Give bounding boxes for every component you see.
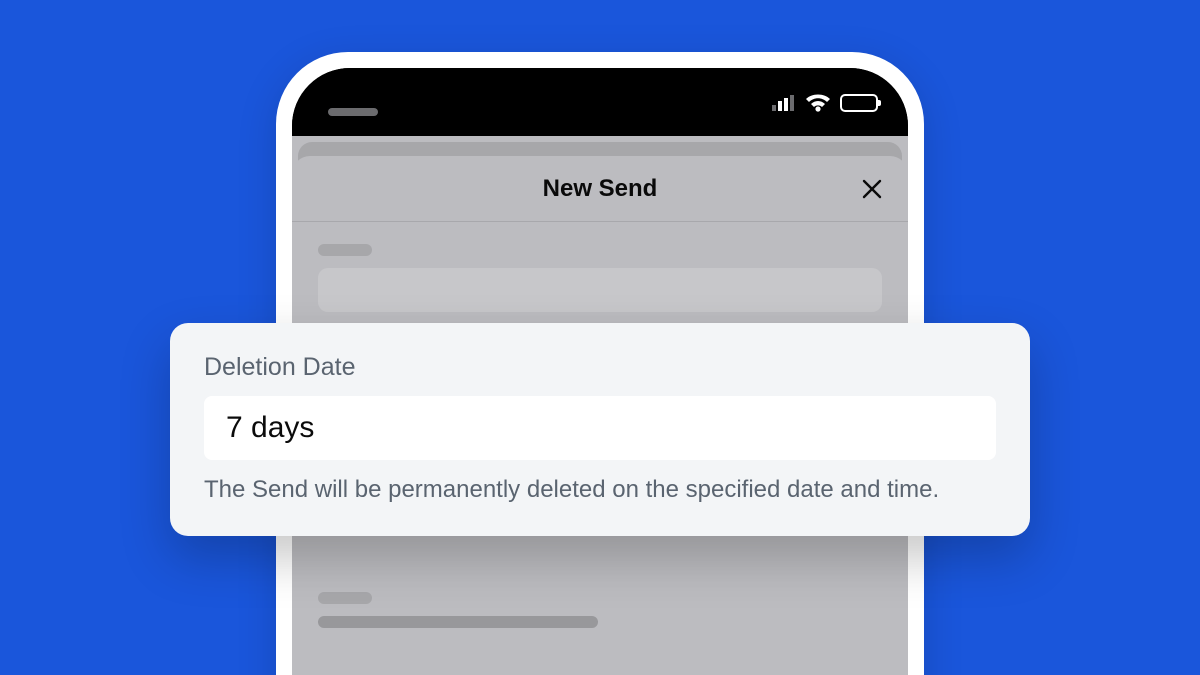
skeleton-field <box>318 268 882 312</box>
close-button[interactable] <box>856 173 888 205</box>
status-right <box>772 94 878 112</box>
deletion-date-help-text: The Send will be permanently deleted on … <box>204 474 996 506</box>
deletion-date-picker[interactable]: 7 days <box>204 396 996 460</box>
sheet-title: New Send <box>543 175 658 203</box>
skeleton-description <box>318 616 598 628</box>
status-bar <box>292 68 908 136</box>
close-icon <box>861 178 883 200</box>
battery-icon <box>840 94 878 112</box>
deletion-date-callout: Deletion Date 7 days The Send will be pe… <box>170 323 1030 536</box>
deletion-date-value: 7 days <box>226 411 314 445</box>
deletion-date-label: Deletion Date <box>204 353 996 382</box>
skeleton-label <box>318 244 372 256</box>
skeleton-label <box>318 592 372 604</box>
cellular-icon <box>772 95 796 111</box>
wifi-icon <box>805 94 831 112</box>
status-indicator-pill <box>328 108 378 116</box>
sheet-header: New Send <box>292 156 908 222</box>
